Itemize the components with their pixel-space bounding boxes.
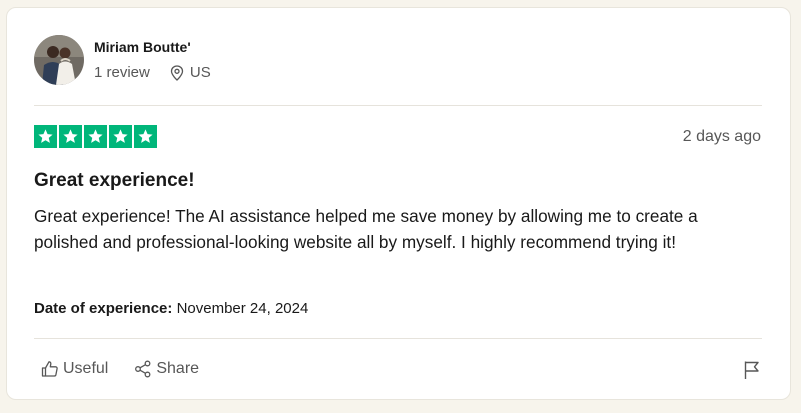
star-icon bbox=[59, 125, 82, 148]
review-card: Miriam Boutte' 1 review US 2 days ago Gr… bbox=[6, 7, 791, 400]
useful-label: Useful bbox=[63, 360, 109, 377]
reviewer-location: US bbox=[170, 64, 211, 82]
useful-button[interactable]: Useful bbox=[41, 360, 108, 378]
review-title[interactable]: Great experience! bbox=[34, 169, 195, 193]
location-pin-icon bbox=[170, 65, 184, 81]
star-rating bbox=[34, 125, 157, 148]
share-icon bbox=[135, 360, 151, 378]
experience-label: Date of experience: bbox=[34, 300, 173, 317]
reviewer-header: Miriam Boutte' 1 review US bbox=[34, 35, 211, 85]
reviewer-name[interactable]: Miriam Boutte' bbox=[94, 38, 211, 56]
review-body: Great experience! The AI assistance help… bbox=[34, 206, 698, 252]
review-count: 1 review bbox=[94, 64, 150, 81]
review-date: 2 days ago bbox=[682, 128, 761, 145]
reviewer-country: US bbox=[189, 64, 211, 81]
share-label: Share bbox=[156, 360, 200, 377]
report-button[interactable] bbox=[743, 360, 761, 385]
experience-date: November 24, 2024 bbox=[176, 300, 309, 317]
star-icon bbox=[134, 125, 157, 148]
share-button[interactable]: Share bbox=[134, 360, 199, 378]
star-icon bbox=[109, 125, 132, 148]
flag-icon bbox=[744, 361, 759, 379]
reviewer-info: Miriam Boutte' 1 review US bbox=[94, 38, 211, 82]
divider bbox=[34, 338, 762, 339]
review-actions: Useful Share bbox=[41, 360, 199, 378]
star-icon bbox=[34, 125, 57, 148]
thumbs-up-icon bbox=[41, 361, 58, 377]
avatar[interactable] bbox=[34, 35, 84, 85]
star-icon bbox=[84, 125, 107, 148]
reviewer-meta: 1 review US bbox=[94, 64, 211, 82]
date-of-experience: Date of experience: November 24, 2024 bbox=[34, 300, 308, 318]
divider bbox=[34, 105, 762, 106]
